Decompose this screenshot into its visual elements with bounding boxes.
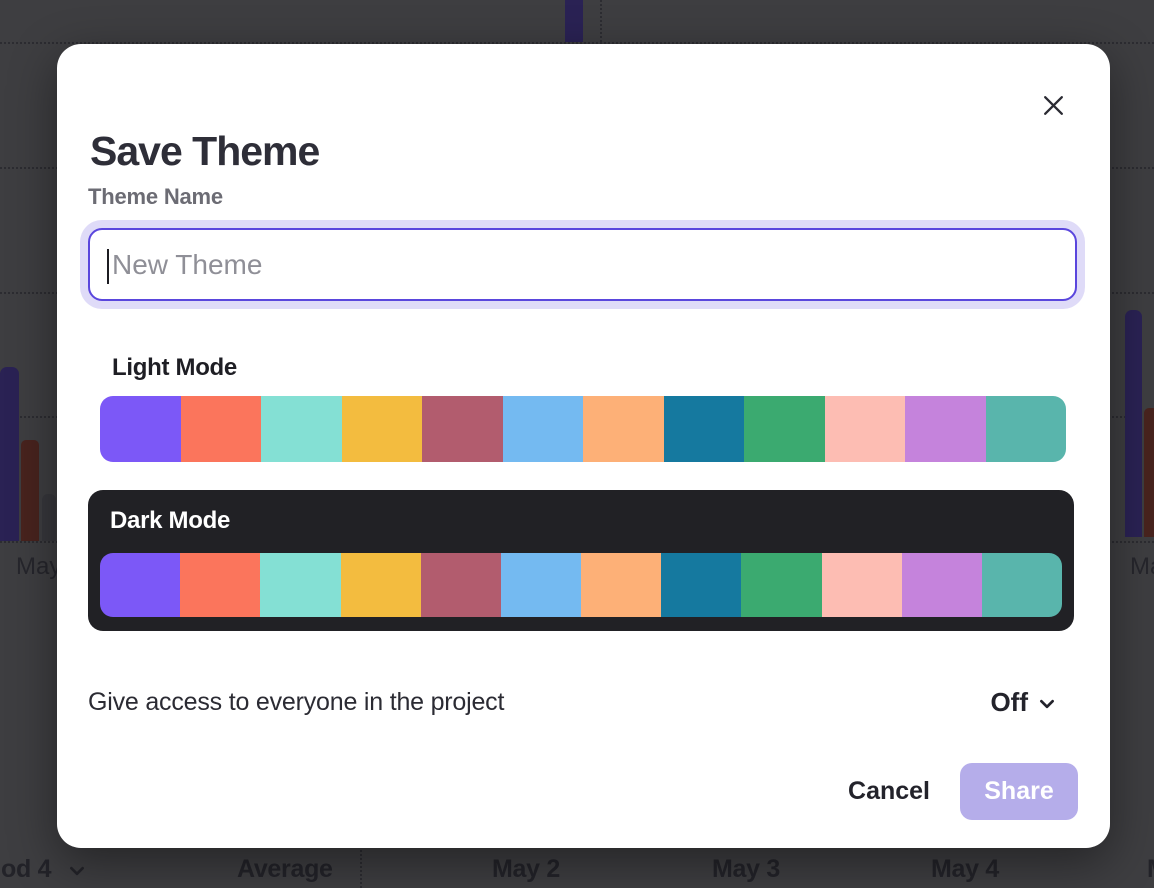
chevron-down-icon xyxy=(68,862,86,885)
palette-swatch xyxy=(664,396,745,462)
axis-separator xyxy=(360,845,362,888)
marker-line xyxy=(600,0,602,42)
chart-bar xyxy=(565,0,583,42)
dialog-actions: Cancel Share xyxy=(848,763,1078,820)
palette-swatch xyxy=(741,553,821,617)
share-button[interactable]: Share xyxy=(960,763,1078,820)
axis-label-period: od 4 xyxy=(1,855,51,884)
palette-swatch xyxy=(180,553,260,617)
theme-name-field-wrapper xyxy=(88,228,1077,301)
chevron-down-icon xyxy=(1038,691,1056,713)
group-label: May xyxy=(16,553,61,581)
chart-bar xyxy=(42,494,56,541)
palette-swatch xyxy=(261,396,342,462)
palette-swatch xyxy=(100,553,180,617)
access-dropdown[interactable]: Off xyxy=(990,687,1056,718)
palette-swatch xyxy=(421,553,501,617)
palette-swatch xyxy=(982,553,1062,617)
save-theme-dialog: Save Theme Theme Name Light Mode Dark Mo… xyxy=(57,44,1110,848)
palette-swatch xyxy=(100,396,181,462)
theme-name-input[interactable] xyxy=(90,230,1075,299)
palette-swatch xyxy=(422,396,503,462)
palette-swatch xyxy=(986,396,1067,462)
dark-mode-card: Dark Mode xyxy=(88,490,1074,631)
light-mode-label: Light Mode xyxy=(112,354,237,382)
light-mode-palette xyxy=(100,396,1066,462)
palette-swatch xyxy=(501,553,581,617)
palette-swatch xyxy=(181,396,262,462)
axis-label-may3: May 3 xyxy=(712,855,780,884)
group-label: Ma xyxy=(1130,553,1154,581)
palette-swatch xyxy=(581,553,661,617)
access-row: Give access to everyone in the project O… xyxy=(88,682,1056,722)
palette-swatch xyxy=(583,396,664,462)
palette-swatch xyxy=(342,396,423,462)
close-button[interactable] xyxy=(1032,84,1074,126)
palette-swatch xyxy=(503,396,584,462)
close-icon xyxy=(1041,93,1066,118)
dialog-title: Save Theme xyxy=(90,128,319,175)
palette-swatch xyxy=(341,553,421,617)
palette-swatch xyxy=(260,553,340,617)
access-label: Give access to everyone in the project xyxy=(88,688,504,717)
chart-bar xyxy=(0,367,19,541)
dark-mode-label: Dark Mode xyxy=(110,507,230,535)
dark-mode-palette xyxy=(100,553,1062,617)
chart-bar xyxy=(1144,408,1154,537)
chart-bar xyxy=(21,440,39,541)
palette-swatch xyxy=(744,396,825,462)
axis-label-average: Average xyxy=(237,855,333,884)
access-dropdown-value: Off xyxy=(990,687,1028,718)
cancel-button[interactable]: Cancel xyxy=(848,777,930,806)
palette-swatch xyxy=(661,553,741,617)
axis-label-may4: May 4 xyxy=(931,855,999,884)
palette-swatch xyxy=(825,396,906,462)
palette-swatch xyxy=(822,553,902,617)
theme-name-label: Theme Name xyxy=(88,184,223,210)
palette-swatch xyxy=(902,553,982,617)
axis-label-partial: M xyxy=(1147,855,1154,884)
axis-label-may2: May 2 xyxy=(492,855,560,884)
chart-bar xyxy=(1125,310,1142,537)
palette-swatch xyxy=(905,396,986,462)
text-caret xyxy=(107,249,109,284)
